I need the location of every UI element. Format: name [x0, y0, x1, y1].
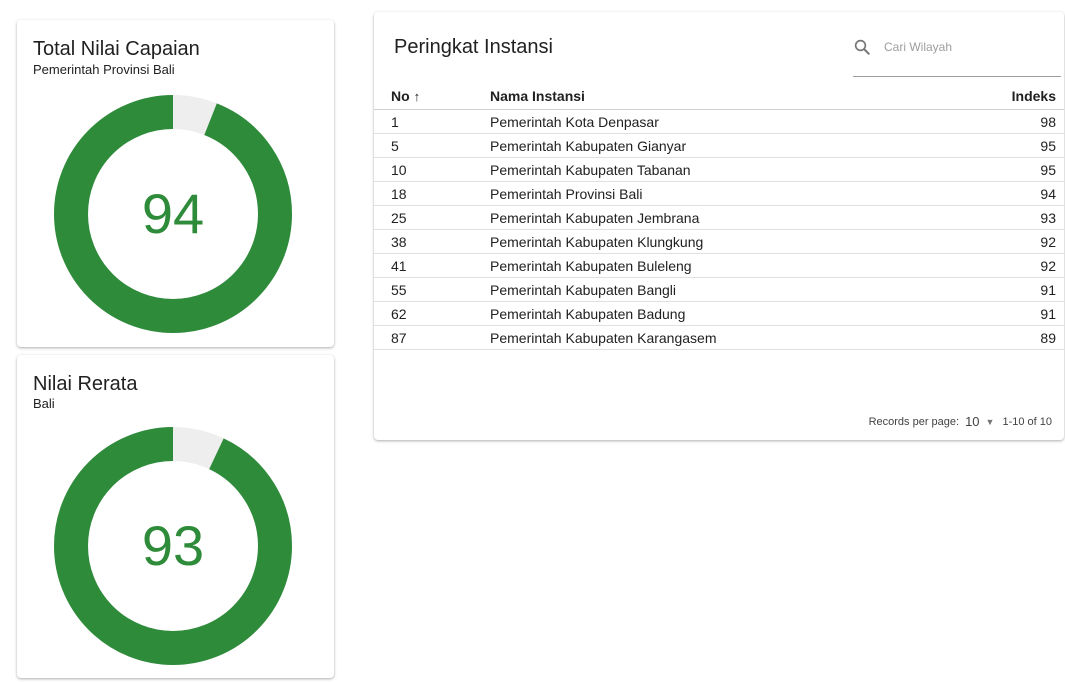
table-row[interactable]: 25 Pemerintah Kabupaten Jembrana 93: [374, 205, 1064, 230]
cell-agency-name: Pemerintah Kabupaten Buleleng: [490, 253, 976, 278]
ranking-title: Peringkat Instansi: [394, 36, 553, 58]
cell-index: 91: [976, 301, 1064, 326]
table-pagination: Records per page: 10 ▼ 1-10 of 10: [869, 414, 1052, 429]
table-row[interactable]: 10 Pemerintah Kabupaten Tabanan 95: [374, 157, 1064, 182]
pagination-range: 1-10 of 10: [1002, 415, 1052, 428]
average-score-subtitle: Bali: [33, 396, 55, 411]
average-score-card: Nilai Rerata Bali 93: [17, 355, 334, 678]
cell-index: 95: [976, 157, 1064, 182]
cell-rank: 55: [374, 277, 490, 302]
cell-agency-name: Pemerintah Provinsi Bali: [490, 181, 976, 206]
total-score-subtitle: Pemerintah Provinsi Bali: [33, 62, 175, 77]
total-score-card: Total Nilai Capaian Pemerintah Provinsi …: [17, 20, 334, 347]
average-score-value: 93: [141, 514, 205, 577]
table-header-row: No ↑ Nama Instansi Indeks: [374, 83, 1064, 110]
table-row[interactable]: 62 Pemerintah Kabupaten Badung 91: [374, 301, 1064, 326]
column-header-no[interactable]: No ↑: [374, 83, 490, 110]
cell-rank: 1: [374, 109, 490, 134]
cell-index: 93: [976, 205, 1064, 230]
table-row[interactable]: 5 Pemerintah Kabupaten Gianyar 95: [374, 133, 1064, 158]
column-header-index[interactable]: Indeks: [976, 83, 1064, 110]
cell-rank: 62: [374, 301, 490, 326]
cell-agency-name: Pemerintah Kota Denpasar: [490, 109, 976, 134]
cell-rank: 25: [374, 205, 490, 230]
sort-ascending-icon[interactable]: ↑: [414, 89, 421, 104]
ranking-table: No ↑ Nama Instansi Indeks 1 Pemerintah Kot…: [374, 83, 1064, 350]
cell-agency-name: Pemerintah Kabupaten Klungkung: [490, 229, 976, 254]
cell-agency-name: Pemerintah Kabupaten Badung: [490, 301, 976, 326]
cell-rank: 41: [374, 253, 490, 278]
table-row[interactable]: 38 Pemerintah Kabupaten Klungkung 92: [374, 229, 1064, 254]
average-score-gauge: 93: [53, 426, 293, 666]
cell-rank: 18: [374, 181, 490, 206]
cell-index: 94: [976, 181, 1064, 206]
cell-index: 89: [976, 325, 1064, 350]
ranking-card: Peringkat Instansi Cari Wilayah No ↑ Nama…: [374, 12, 1064, 440]
cell-rank: 87: [374, 325, 490, 350]
dropdown-caret-icon[interactable]: ▼: [986, 417, 995, 427]
total-score-title: Total Nilai Capaian: [33, 38, 200, 60]
table-row[interactable]: 1 Pemerintah Kota Denpasar 98: [374, 109, 1064, 134]
cell-index: 98: [976, 109, 1064, 134]
records-per-page-label: Records per page:: [868, 415, 960, 428]
cell-agency-name: Pemerintah Kabupaten Jembrana: [490, 205, 976, 230]
cell-index: 91: [976, 277, 1064, 302]
search-input[interactable]: Cari Wilayah: [884, 40, 952, 54]
search-field[interactable]: Cari Wilayah: [853, 34, 1061, 77]
cell-index: 92: [976, 253, 1064, 278]
cell-rank: 5: [374, 133, 490, 158]
table-row[interactable]: 87 Pemerintah Kabupaten Karangasem 89: [374, 325, 1064, 350]
search-icon: [854, 39, 870, 55]
cell-agency-name: Pemerintah Kabupaten Gianyar: [490, 133, 976, 158]
records-per-page-select[interactable]: 10: [965, 414, 979, 429]
cell-index: 95: [976, 133, 1064, 158]
cell-agency-name: Pemerintah Kabupaten Karangasem: [490, 325, 976, 350]
cell-index: 92: [976, 229, 1064, 254]
cell-agency-name: Pemerintah Kabupaten Tabanan: [490, 157, 976, 182]
total-score-value: 94: [141, 182, 205, 245]
table-row[interactable]: 41 Pemerintah Kabupaten Buleleng 92: [374, 253, 1064, 278]
table-row[interactable]: 55 Pemerintah Kabupaten Bangli 91: [374, 277, 1064, 302]
cell-agency-name: Pemerintah Kabupaten Bangli: [490, 277, 976, 302]
cell-rank: 10: [374, 157, 490, 182]
cell-rank: 38: [374, 229, 490, 254]
average-score-title: Nilai Rerata: [33, 373, 138, 395]
column-header-name[interactable]: Nama Instansi: [490, 83, 976, 110]
table-row[interactable]: 18 Pemerintah Provinsi Bali 94: [374, 181, 1064, 206]
total-score-gauge: 94: [53, 94, 293, 334]
